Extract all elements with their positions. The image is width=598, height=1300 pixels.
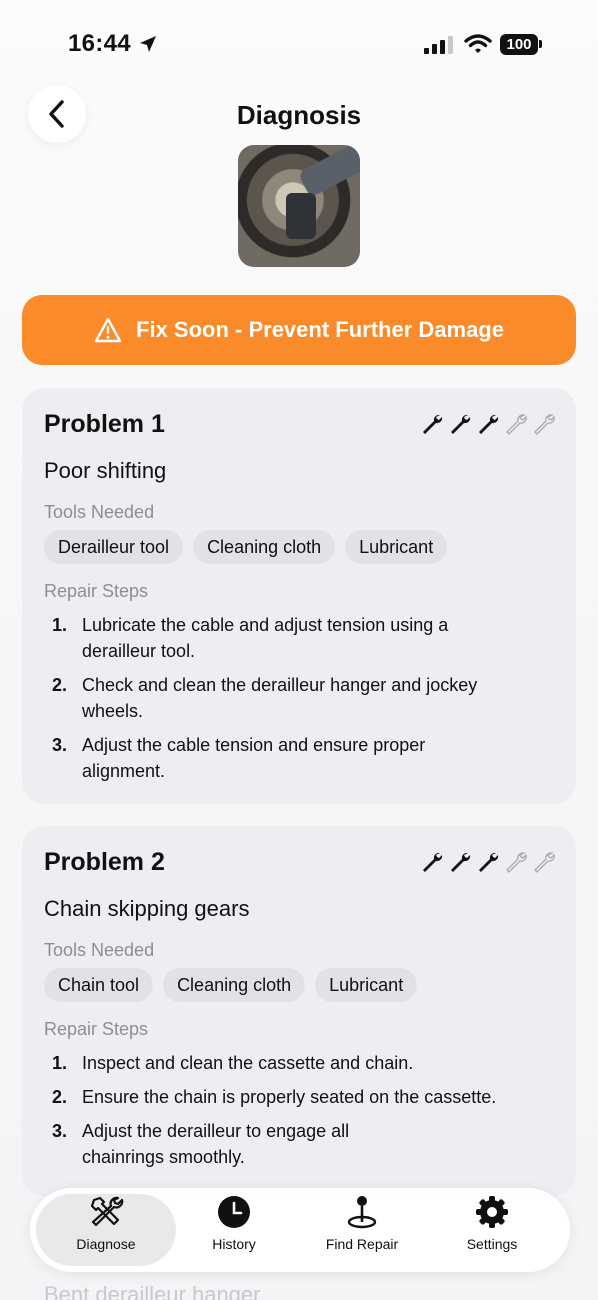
wrench-filled-icon [451, 414, 471, 434]
clock-icon [218, 1196, 250, 1228]
tab-diagnose[interactable]: Diagnose [36, 1194, 176, 1266]
tool-chip: Cleaning cloth [193, 530, 336, 564]
tool-chip: Derailleur tool [44, 530, 184, 564]
step-number: 2. [52, 1087, 68, 1107]
battery-tip [539, 40, 542, 48]
problem-title: Problem 1 [44, 410, 165, 438]
wrench-filled-icon [479, 852, 499, 872]
photo-frame-detail [297, 145, 360, 198]
repair-steps-list: 1. Lubricate the cable and adjust tension… [52, 612, 492, 792]
severity-banner: Fix Soon - Prevent Further Damage [22, 295, 576, 365]
repair-steps-list: 1. Inspect and clean the cassette and cha… [52, 1050, 562, 1178]
tools-needed-label: Tools Needed [44, 940, 155, 960]
tab-settings[interactable]: Settings [422, 1194, 562, 1266]
wrench-filled-icon [423, 414, 443, 434]
step-number: 2. [52, 675, 68, 695]
wrench-outline-icon [506, 414, 527, 435]
step-number: 1. [52, 1053, 68, 1073]
difficulty-rating [420, 850, 556, 874]
wrench-filled-icon [423, 852, 443, 872]
problem-card-1: Problem 1 Poor shifting Tools Needed Der… [22, 388, 576, 804]
bike-photo-thumbnail[interactable] [238, 145, 360, 267]
gear-icon [476, 1196, 508, 1228]
battery-indicator: 100 [500, 34, 538, 55]
repair-step: 2. Ensure the chain is properly seated on… [52, 1084, 562, 1110]
location-arrow-icon [140, 36, 156, 52]
problem-title: Problem 2 [44, 848, 165, 876]
status-time: 16:44 [68, 30, 131, 57]
problem-name: Chain skipping gears [44, 896, 250, 921]
problem-card-2: Problem 2 Chain skipping gears Tools Nee… [22, 826, 576, 1196]
tools-needed-label: Tools Needed [44, 502, 155, 522]
step-text: Adjust the derailleur to engage all chai… [82, 1121, 350, 1167]
page-title: Diagnosis [236, 100, 362, 130]
step-text: Check and clean the derailleur hanger an… [82, 675, 478, 721]
cellular-signal-icon [424, 36, 453, 54]
step-text: Adjust the cable tension and ensure prop… [82, 735, 426, 781]
wrench-outline-icon [534, 852, 555, 873]
step-text: Ensure the chain is properly seated on t… [82, 1087, 497, 1107]
tool-chips: Chain tool Cleaning cloth Lubricant [44, 968, 418, 1002]
tab-history[interactable]: History [164, 1194, 304, 1266]
battery-level: 100 [506, 36, 532, 53]
repair-step: 3. Adjust the cable tension and ensure pr… [52, 732, 492, 784]
repair-step: 1. Inspect and clean the cassette and cha… [52, 1050, 562, 1076]
warning-icon [94, 317, 122, 343]
step-number: 1. [52, 615, 68, 635]
problem-name: Poor shifting [44, 458, 167, 483]
tool-chip: Chain tool [44, 968, 154, 1002]
tab-find-repair[interactable]: Find Repair [292, 1194, 432, 1266]
difficulty-rating [420, 412, 556, 436]
step-text: Inspect and clean the cassette and chain… [82, 1053, 414, 1073]
tool-chip: Cleaning cloth [163, 968, 306, 1002]
tool-chip: Lubricant [345, 530, 448, 564]
step-text: Lubricate the cable and adjust tension u… [82, 615, 449, 661]
map-pin-icon [347, 1196, 377, 1229]
step-number: 3. [52, 1121, 68, 1141]
tab-label: Settings [466, 1236, 518, 1252]
wifi-icon [464, 34, 492, 53]
tab-label: Find Repair [325, 1236, 399, 1252]
wrench-filled-icon [479, 414, 499, 434]
bottom-tab-bar: Diagnose History Find Repair Settings [30, 1188, 570, 1272]
tab-label: History [212, 1236, 256, 1252]
severity-label: Fix Soon - Prevent Further Damage [136, 317, 504, 342]
photo-derailleur-detail [286, 193, 316, 239]
wrench-outline-icon [506, 852, 527, 873]
status-bar: 16:44 100 [0, 0, 598, 80]
tab-label: Diagnose [76, 1236, 136, 1252]
step-number: 3. [52, 735, 68, 755]
next-problem-peek: Bent derailleur hanger [44, 1282, 261, 1300]
wrench-screwdriver-icon [90, 1196, 124, 1227]
repair-steps-label: Repair Steps [44, 581, 149, 601]
tool-chips: Derailleur tool Cleaning cloth Lubricant [44, 530, 448, 564]
repair-step: 3. Adjust the derailleur to engage all ch… [52, 1118, 412, 1170]
repair-steps-label: Repair Steps [44, 1019, 149, 1039]
wrench-filled-icon [451, 852, 471, 872]
repair-step: 1. Lubricate the cable and adjust tension… [52, 612, 492, 664]
tool-chip: Lubricant [315, 968, 418, 1002]
wrench-outline-icon [534, 414, 555, 435]
repair-step: 2. Check and clean the derailleur hanger … [52, 672, 492, 724]
